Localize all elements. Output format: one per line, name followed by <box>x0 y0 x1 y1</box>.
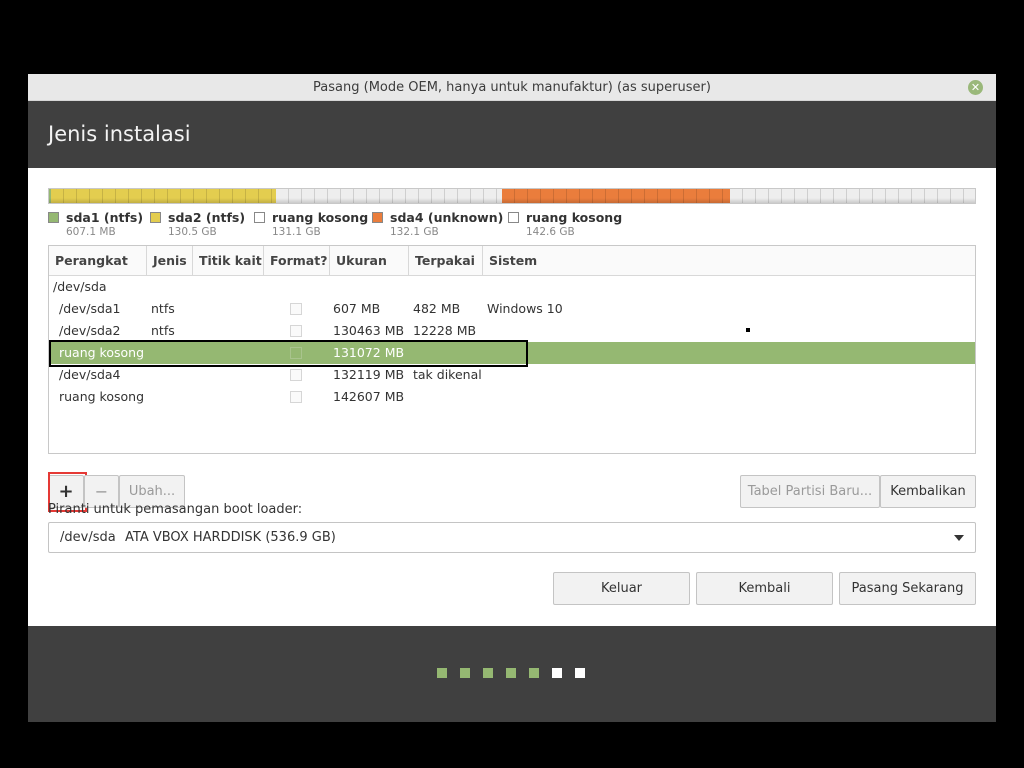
cell-used: 12228 MB <box>413 323 477 338</box>
bootloader-device: /dev/sda <box>60 530 116 545</box>
window-title: Pasang (Mode OEM, hanya untuk manufaktur… <box>313 80 711 95</box>
table-row-selected[interactable]: ruang kosong 131072 MB <box>49 342 975 364</box>
back-button[interactable]: Kembali <box>696 572 833 605</box>
page-title: Jenis instalasi <box>48 122 191 146</box>
cell-used: 482 MB <box>413 301 461 316</box>
legend-swatch <box>150 212 161 223</box>
cell-size: 142607 MB <box>333 389 405 404</box>
legend-name: sda4 (unknown) <box>390 210 504 225</box>
cell-used: tak dikenal <box>413 367 482 382</box>
revert-button[interactable]: Kembalikan <box>880 475 976 508</box>
partition-legend: sda1 (ntfs) 607.1 MB sda2 (ntfs) 130.5 G… <box>48 210 976 240</box>
cell-type: ntfs <box>151 323 175 338</box>
installer-window: Pasang (Mode OEM, hanya untuk manufaktur… <box>28 74 996 722</box>
usage-segment-sda4 <box>501 189 730 203</box>
legend-name: ruang kosong <box>526 210 623 225</box>
column-header-system[interactable]: Sistem <box>483 246 975 275</box>
cell-type: ntfs <box>151 301 175 316</box>
column-header-format[interactable]: Format? <box>264 246 330 275</box>
cell-size: 132119 MB <box>333 367 405 382</box>
format-checkbox[interactable] <box>290 391 302 403</box>
bootloader-device-select[interactable]: /dev/sda ATA VBOX HARDDISK (536.9 GB) <box>48 522 976 553</box>
column-header-type[interactable]: Jenis <box>147 246 193 275</box>
cell-device: /dev/sda1 <box>59 301 121 316</box>
cell-device: /dev/sda4 <box>59 367 121 382</box>
progress-step <box>575 668 585 678</box>
progress-step <box>529 668 539 678</box>
cell-device: /dev/sda2 <box>59 323 121 338</box>
usage-segment-free-1 <box>275 189 502 203</box>
column-header-size[interactable]: Ukuran <box>330 246 409 275</box>
table-row[interactable]: /dev/sda4 132119 MB tak dikenal <box>49 364 975 386</box>
legend-size: 130.5 GB <box>168 226 217 238</box>
progress-step <box>506 668 516 678</box>
disk-usage-bar <box>48 188 976 204</box>
cell-system: Windows 10 <box>487 301 563 316</box>
column-header-device[interactable]: Perangkat <box>49 246 147 275</box>
cell-device: ruang kosong <box>59 345 145 360</box>
format-checkbox[interactable] <box>290 369 302 381</box>
titlebar: Pasang (Mode OEM, hanya untuk manufaktur… <box>28 74 996 101</box>
cell-device: ruang kosong <box>59 389 145 404</box>
table-row[interactable]: ruang kosong 142607 MB <box>49 386 975 408</box>
table-row[interactable]: /dev/sda1 ntfs 607 MB 482 MB Windows 10 <box>49 298 975 320</box>
mouse-artifact <box>746 328 750 332</box>
table-row[interactable]: /dev/sda <box>49 276 975 298</box>
quit-button[interactable]: Keluar <box>553 572 690 605</box>
legend-swatch <box>508 212 519 223</box>
column-header-used[interactable]: Terpakai <box>409 246 483 275</box>
legend-name: ruang kosong <box>272 210 369 225</box>
cell-size: 130463 MB <box>333 323 405 338</box>
table-header: Perangkat Jenis Titik kait Format? Ukura… <box>49 246 975 276</box>
footer-progress <box>28 626 996 722</box>
legend-size: 131.1 GB <box>272 226 321 238</box>
format-checkbox[interactable] <box>290 325 302 337</box>
cell-size: 131072 MB <box>333 345 405 360</box>
legend-size: 132.1 GB <box>390 226 439 238</box>
close-icon[interactable]: ✕ <box>968 80 983 95</box>
new-partition-table-button[interactable]: Tabel Partisi Baru... <box>740 475 880 508</box>
cell-device: /dev/sda <box>53 279 107 294</box>
dropdown-arrow-icon <box>954 535 964 541</box>
format-checkbox[interactable] <box>290 303 302 315</box>
page-header: Jenis instalasi <box>28 101 996 168</box>
legend-swatch <box>372 212 383 223</box>
cell-size: 607 MB <box>333 301 381 316</box>
install-now-button[interactable]: Pasang Sekarang <box>839 572 976 605</box>
partition-table: Perangkat Jenis Titik kait Format? Ukura… <box>48 245 976 454</box>
bootloader-label: Piranti untuk pemasangan boot loader: <box>48 502 303 517</box>
legend-swatch <box>48 212 59 223</box>
legend-swatch <box>254 212 265 223</box>
bootloader-description: ATA VBOX HARDDISK (536.9 GB) <box>125 530 336 545</box>
progress-step <box>552 668 562 678</box>
format-checkbox[interactable] <box>290 347 302 359</box>
legend-size: 142.6 GB <box>526 226 575 238</box>
table-row[interactable]: /dev/sda2 ntfs 130463 MB 12228 MB <box>49 320 975 342</box>
legend-name: sda1 (ntfs) <box>66 210 144 225</box>
progress-step <box>460 668 470 678</box>
legend-name: sda2 (ntfs) <box>168 210 246 225</box>
progress-step <box>437 668 447 678</box>
progress-step <box>483 668 493 678</box>
usage-segment-free-2 <box>729 189 975 203</box>
column-header-mount[interactable]: Titik kait <box>193 246 264 275</box>
usage-segment-sda2 <box>50 189 276 203</box>
legend-size: 607.1 MB <box>66 226 116 238</box>
